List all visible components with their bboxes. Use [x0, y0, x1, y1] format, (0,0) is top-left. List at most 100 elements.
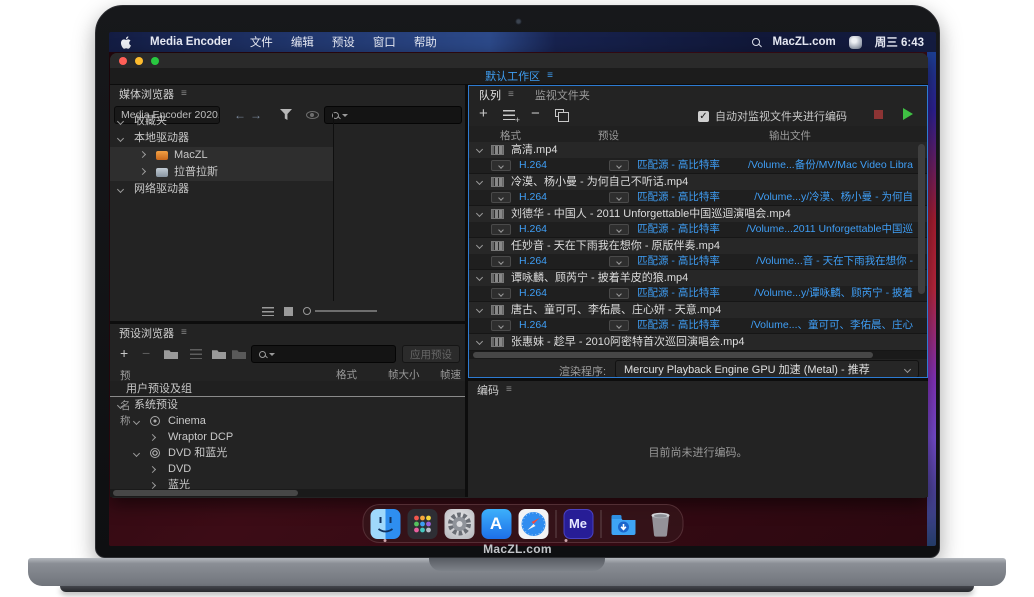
media-search-input[interactable]: [324, 106, 462, 124]
add-output-icon[interactable]: [503, 110, 515, 120]
tab-watch-folders[interactable]: 监视文件夹: [535, 87, 590, 103]
preset-link[interactable]: 匹配源 - 高比特率: [637, 190, 720, 205]
queue-output-row[interactable]: H.264 匹配源 - 高比特率 /Volume...音 - 天在下雨我在想你 …: [469, 254, 927, 269]
preset-link[interactable]: 匹配源 - 高比特率: [637, 222, 720, 237]
chevron-down-icon[interactable]: [117, 401, 124, 408]
preset-link[interactable]: 匹配源 - 高比特率: [637, 286, 720, 301]
preset-settings-icon[interactable]: [190, 349, 202, 359]
export-preset-icon[interactable]: [232, 349, 246, 359]
output-path-link[interactable]: /Volume...y/谭咏麟、顾芮宁 - 披着: [754, 286, 913, 301]
zoom-slider-track[interactable]: [315, 310, 377, 311]
chevron-down-icon[interactable]: [476, 210, 483, 217]
chevron-right-icon[interactable]: [149, 481, 156, 488]
chevron-down-icon[interactable]: [476, 146, 483, 153]
queue-source-row[interactable]: 高清.mp4: [469, 142, 927, 158]
menu-edit[interactable]: 编辑: [291, 34, 314, 50]
new-group-folder-icon[interactable]: [164, 349, 178, 359]
checkbox-checked-icon[interactable]: ✓: [698, 111, 709, 122]
panel-menu-icon[interactable]: ≡: [181, 89, 187, 99]
hscroll-thumb[interactable]: [113, 490, 298, 496]
tree-item-maczl-drive[interactable]: MacZL: [110, 147, 333, 164]
menu-clock[interactable]: 周三 6:43: [875, 34, 924, 50]
menu-help[interactable]: 帮助: [414, 34, 437, 50]
duplicate-icon[interactable]: [555, 109, 564, 117]
tab-queue[interactable]: 队列: [479, 87, 501, 103]
menu-site-label[interactable]: MacZL.com: [773, 36, 836, 48]
chevron-down-icon[interactable]: [476, 306, 483, 313]
chevron-down-icon[interactable]: [117, 186, 124, 193]
format-link[interactable]: H.264: [519, 158, 547, 173]
queue-output-row[interactable]: H.264 匹配源 - 高比特率 /Volume...、童可可、李佑晨、庄心: [469, 318, 927, 333]
start-queue-button[interactable]: [903, 108, 913, 120]
add-source-icon[interactable]: +: [479, 106, 488, 122]
column-preset-name[interactable]: 预设名称 ↑: [120, 367, 125, 379]
queue-source-row[interactable]: 冷漠、杨小曼 - 为何自己不听话.mp4: [469, 174, 927, 190]
queue-hscrollbar[interactable]: [469, 351, 927, 359]
minimize-button[interactable]: [135, 57, 143, 65]
chevron-down-icon[interactable]: [133, 417, 140, 424]
queue-vscrollbar[interactable]: [918, 144, 925, 294]
output-path-link[interactable]: /Volume...音 - 天在下雨我在想你 -: [756, 254, 913, 269]
preset-dropdown[interactable]: [609, 288, 629, 299]
menu-window[interactable]: 窗口: [373, 34, 396, 50]
tree-item-favorites[interactable]: 收藏夹: [110, 113, 333, 130]
queue-source-row[interactable]: 谭咏麟、顾芮宁 - 披着羊皮的狼.mp4: [469, 270, 927, 286]
spotlight-search-icon[interactable]: [752, 38, 760, 46]
chevron-down-icon[interactable]: [476, 274, 483, 281]
format-dropdown[interactable]: [491, 192, 511, 203]
apply-preset-button[interactable]: 应用预设: [402, 345, 460, 363]
menu-file[interactable]: 文件: [250, 34, 273, 50]
preset-row-wraptor-dcp[interactable]: Wraptor DCP: [110, 429, 465, 445]
finder-icon[interactable]: [370, 509, 400, 539]
output-path-link[interactable]: /Volume...、童可可、李佑晨、庄心: [751, 318, 913, 333]
preset-row-cinema[interactable]: Cinema: [110, 413, 465, 429]
app-store-icon[interactable]: A: [481, 509, 511, 539]
format-dropdown[interactable]: [491, 320, 511, 331]
zoom-button[interactable]: [151, 57, 159, 65]
queue-output-row[interactable]: H.264 匹配源 - 高比特率 /Volume...y/冷漠、杨小曼 - 为何…: [469, 190, 927, 205]
panel-menu-icon[interactable]: ≡: [181, 328, 187, 338]
preset-link[interactable]: 匹配源 - 高比特率: [637, 254, 720, 269]
chevron-right-icon[interactable]: [149, 465, 156, 472]
chevron-right-icon[interactable]: [139, 168, 146, 175]
media-encoder-dock-icon[interactable]: Me: [563, 509, 593, 539]
remove-preset-icon[interactable]: −: [142, 346, 150, 360]
format-dropdown[interactable]: [491, 256, 511, 267]
zoom-slider-knob[interactable]: [303, 307, 311, 315]
queue-menu-icon[interactable]: ≡: [508, 90, 514, 100]
preset-dropdown[interactable]: [609, 160, 629, 171]
apple-logo-icon[interactable]: [121, 36, 132, 49]
queue-source-row[interactable]: 张惠妹 - 趁早 - 2010阿密特首次巡回演唱会.mp4: [469, 334, 927, 350]
output-path-link[interactable]: /Volume...2011 Unforgettable中国巡: [746, 222, 913, 237]
menu-app-name[interactable]: Media Encoder: [150, 36, 232, 48]
queue-output-row[interactable]: H.264 匹配源 - 高比特率 /Volume...y/谭咏麟、顾芮宁 - 披…: [469, 286, 927, 301]
preset-row-user-presets[interactable]: 用户预设及组: [110, 381, 465, 397]
format-link[interactable]: H.264: [519, 318, 547, 333]
trash-icon[interactable]: [645, 509, 675, 539]
system-settings-icon[interactable]: [444, 509, 474, 539]
downloads-folder-icon[interactable]: [608, 509, 638, 539]
chevron-down-icon[interactable]: [476, 178, 483, 185]
format-link[interactable]: H.264: [519, 254, 547, 269]
preset-hscrollbar[interactable]: [110, 489, 465, 497]
panel-menu-icon[interactable]: ≡: [506, 385, 512, 395]
chevron-down-icon[interactable]: [117, 118, 124, 125]
launchpad-icon[interactable]: [407, 509, 437, 539]
tree-item-network-drives[interactable]: 网络驱动器: [110, 181, 333, 198]
queue-source-row[interactable]: 刘德华 - 中国人 - 2011 Unforgettable中国巡迴演唱会.mp…: [469, 206, 927, 222]
renderer-select[interactable]: Mercury Playback Engine GPU 加速 (Metal) -…: [615, 360, 919, 378]
preset-dropdown[interactable]: [609, 256, 629, 267]
queue-source-row[interactable]: 唐古、童可可、李佑晨、庄心妍 - 天意.mp4: [469, 302, 927, 318]
auto-encode-option[interactable]: ✓ 自动对监视文件夹进行编码: [698, 108, 847, 124]
preset-search-input[interactable]: [251, 345, 396, 363]
format-link[interactable]: H.264: [519, 222, 547, 237]
format-dropdown[interactable]: [491, 288, 511, 299]
preset-row-dvd[interactable]: DVD: [110, 461, 465, 477]
hscroll-thumb[interactable]: [473, 352, 873, 358]
import-preset-icon[interactable]: [212, 349, 226, 359]
output-path-link[interactable]: /Volume...备份/MV/Mac Video Libra: [748, 158, 913, 173]
tree-item-local-drives[interactable]: 本地驱动器: [110, 130, 333, 147]
tree-item-laplace-drive[interactable]: 拉普拉斯: [110, 164, 333, 181]
format-dropdown[interactable]: [491, 224, 511, 235]
remove-icon[interactable]: −: [531, 106, 540, 122]
